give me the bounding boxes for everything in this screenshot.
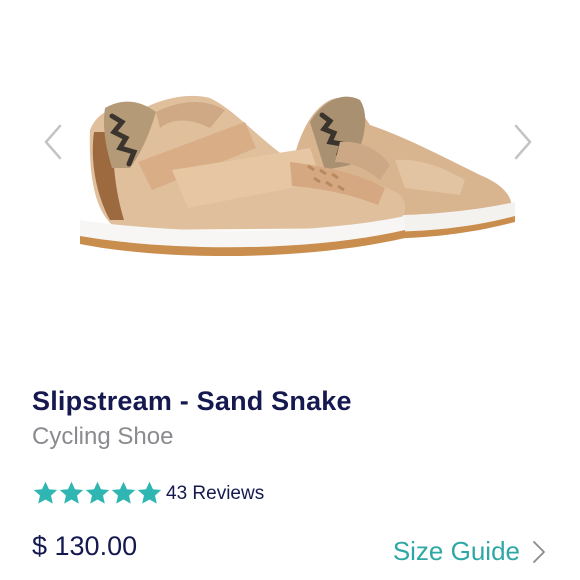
size-guide-link[interactable]: Size Guide: [393, 536, 546, 567]
product-subtitle: Cycling Shoe: [32, 423, 174, 450]
star-icon: [137, 481, 162, 504]
star-rating: [32, 480, 162, 507]
next-image-button[interactable]: [504, 118, 544, 166]
rating-row: 43 Reviews: [32, 480, 264, 507]
star-icon: [33, 481, 58, 504]
product-shoe-image: [80, 95, 515, 257]
product-image-gallery: [0, 0, 580, 370]
chevron-right-icon: [514, 124, 532, 160]
size-guide-label: Size Guide: [392, 536, 520, 566]
chevron-right-icon: [533, 540, 545, 563]
star-icon: [111, 481, 136, 504]
star-icon: [85, 481, 110, 504]
product-title: Slipstream - Sand Snake: [32, 386, 352, 416]
star-icon: [59, 481, 84, 504]
reviews-link[interactable]: 43 Reviews: [166, 483, 264, 505]
product-price: $ 130.00: [32, 531, 138, 561]
